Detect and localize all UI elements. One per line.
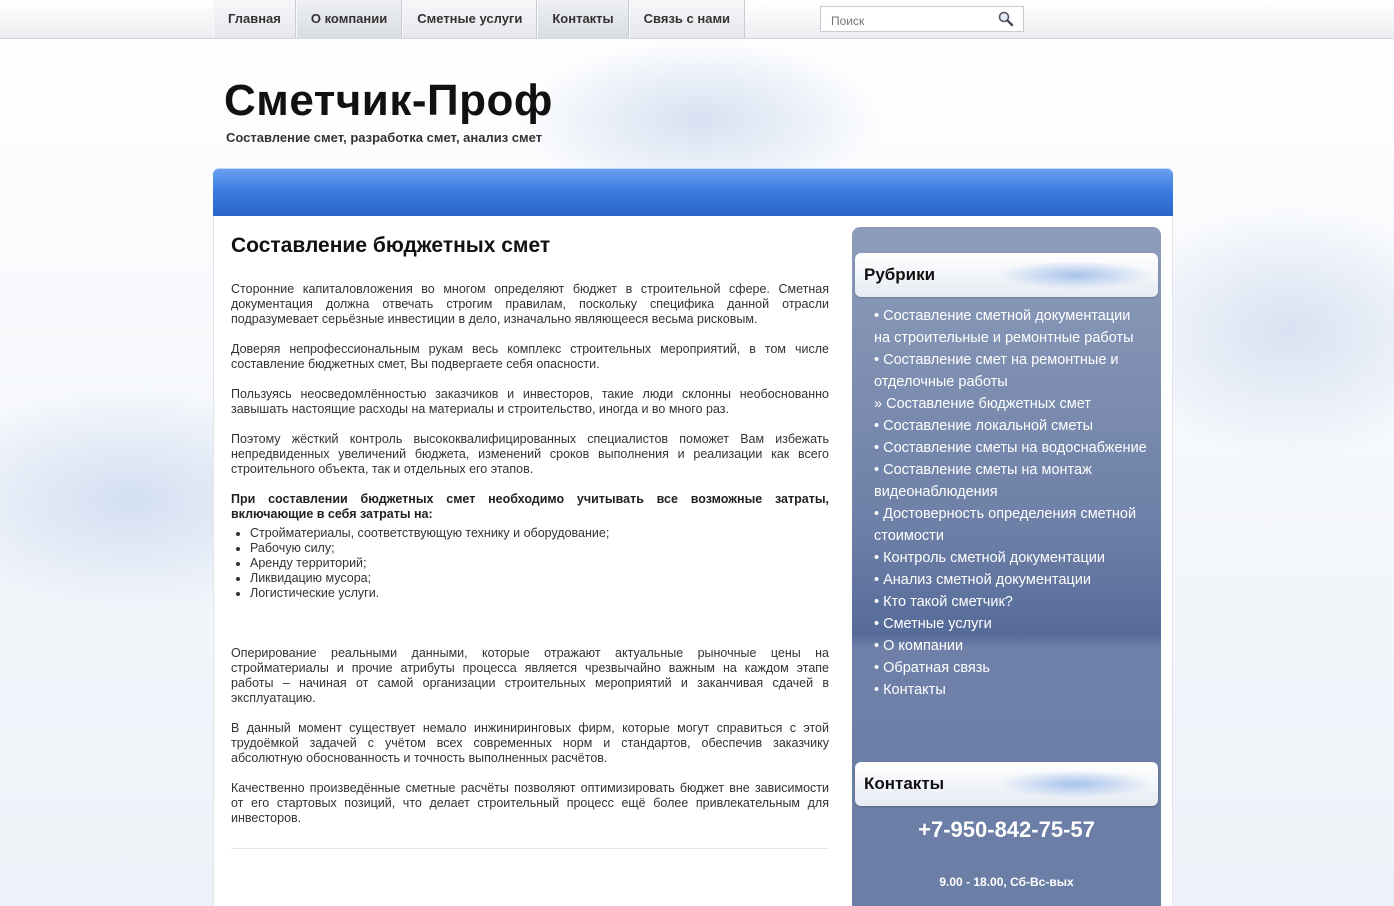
contacts-widget-header: Контакты	[855, 762, 1158, 806]
article-title: Составление бюджетных смет	[231, 234, 551, 257]
top-navigation-bar: Главная О компании Сметные услуги Контак…	[0, 0, 1394, 39]
search-box	[820, 6, 1024, 32]
site-subtitle: Составление смет, разработка смет, анали…	[226, 130, 543, 145]
header-blue-bar	[213, 168, 1173, 216]
rubric-link[interactable]: • Обратная связь	[874, 657, 1149, 679]
rubric-link[interactable]: • Кто такой сметчик?	[874, 591, 1149, 613]
rubric-link[interactable]: • Сметные услуги	[874, 613, 1149, 635]
phone-number: +7-950-842-75-57	[918, 817, 1095, 842]
rubrics-list: • Составление сметной документации на ст…	[874, 305, 1149, 701]
contacts-title: Контакты	[864, 774, 945, 793]
list-item: Аренду территорий;	[250, 556, 829, 571]
rubric-link[interactable]: • Контроль сметной документации	[874, 547, 1149, 569]
rubric-link[interactable]: • Составление сметы на монтаж видеонаблю…	[874, 459, 1149, 503]
list-item: Ликвидацию мусора;	[250, 571, 829, 586]
rubric-link[interactable]: • Анализ сметной документации	[874, 569, 1149, 591]
rubrics-widget-header: Рубрики	[855, 253, 1158, 297]
rubric-link[interactable]: • Контакты	[874, 679, 1149, 701]
site-title[interactable]: Сметчик-Проф	[224, 76, 553, 126]
search-icon[interactable]	[997, 10, 1015, 28]
search-input[interactable]	[829, 11, 993, 31]
article-bold-paragraph: При составлении бюджетных смет необходим…	[231, 492, 829, 521]
list-item: Стройматериалы, соответствующую технику …	[250, 526, 829, 541]
rubric-link[interactable]: • Достоверность определения сметной стои…	[874, 503, 1149, 547]
working-hours: 9.00 - 18.00, Сб-Вс-вых	[939, 875, 1074, 889]
nav-item-services[interactable]: Сметные услуги	[402, 0, 538, 38]
rubrics-title: Рубрики	[864, 265, 936, 284]
nav-item-feedback[interactable]: Связь с нами	[628, 0, 746, 38]
sidebar: Рубрики • Составление сметной документац…	[852, 227, 1161, 906]
article-paragraph: Доверяя непрофессиональным рукам весь ко…	[231, 342, 829, 371]
rubric-link[interactable]: • Составление сметной документации на ст…	[874, 305, 1149, 349]
article-paragraph: Сторонние капиталовложения во многом опр…	[231, 282, 829, 326]
costs-list: Стройматериалы, соответствующую технику …	[231, 526, 829, 601]
rubric-link[interactable]: • Составление сметы на водоснабжение	[874, 437, 1149, 459]
rubric-link-current[interactable]: » Составление бюджетных смет	[874, 393, 1149, 415]
rubric-link[interactable]: • О компании	[874, 635, 1149, 657]
nav-item-about[interactable]: О компании	[295, 0, 403, 38]
article-paragraph: Качественно произведённые сметные расчёт…	[231, 781, 829, 825]
rubric-link[interactable]: • Составление локальной сметы	[874, 415, 1149, 437]
article-paragraph: В данный момент существует немало инжини…	[231, 721, 829, 765]
article-divider	[231, 848, 829, 849]
main-menu: Главная О компании Сметные услуги Контак…	[213, 0, 746, 38]
article-paragraph: Оперирование реальными данными, которые …	[231, 646, 829, 705]
article: Составление бюджетных смет Сторонние кап…	[231, 232, 829, 841]
rubric-link[interactable]: • Составление смет на ремонтные и отдело…	[874, 349, 1149, 393]
nav-item-home[interactable]: Главная	[213, 0, 296, 38]
nav-item-contacts[interactable]: Контакты	[537, 0, 629, 38]
article-paragraph: Поэтому жёсткий контроль высококвалифици…	[231, 432, 829, 476]
list-item: Логистические услуги.	[250, 586, 829, 601]
list-item: Рабочую силу;	[250, 541, 829, 556]
article-paragraph: Пользуясь неосведомлённостью заказчиков …	[231, 387, 829, 416]
